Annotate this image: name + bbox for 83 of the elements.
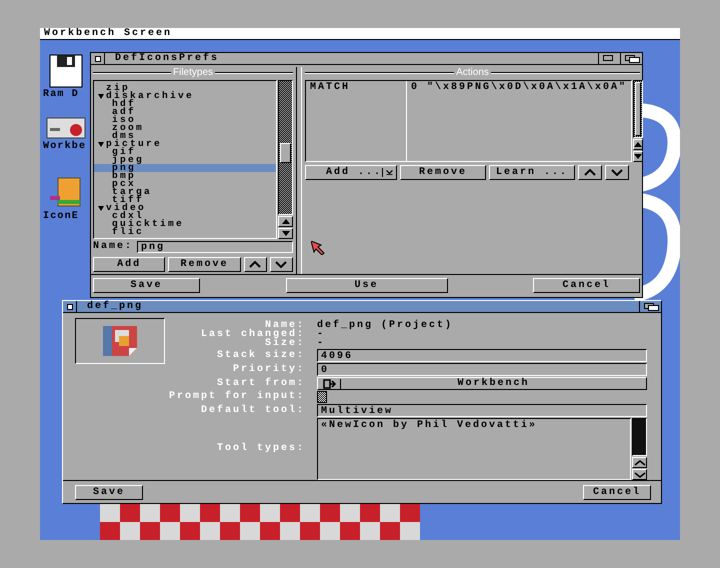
depth-icon[interactable] bbox=[620, 53, 642, 64]
group-heading: Filetypes bbox=[173, 67, 214, 79]
field-label: Tool types: bbox=[216, 444, 305, 454]
info-value: def_png (Project) bbox=[317, 322, 454, 330]
scrollbar-track[interactable] bbox=[278, 80, 293, 215]
scrollbar-thumb[interactable] bbox=[280, 143, 291, 163]
group-heading: Actions bbox=[456, 67, 489, 79]
filetype-item[interactable]: pcx bbox=[94, 180, 276, 188]
filetype-item[interactable]: cdxl bbox=[94, 212, 276, 220]
scroll-down-icon[interactable] bbox=[632, 469, 647, 480]
scroll-up-icon[interactable] bbox=[278, 216, 293, 227]
remove-button[interactable]: Remove bbox=[168, 257, 241, 272]
chevron-down-icon bbox=[611, 169, 623, 176]
cycle-button[interactable]: Workbench bbox=[317, 377, 647, 390]
scroll-up-icon[interactable] bbox=[632, 457, 647, 468]
scroll-down-icon[interactable] bbox=[633, 151, 644, 162]
filetype-item[interactable]: iso bbox=[94, 116, 276, 124]
move-up-button[interactable] bbox=[244, 257, 267, 272]
desktop-icon-label[interactable]: Ram D bbox=[43, 90, 80, 100]
field-label: Default tool: bbox=[200, 406, 305, 416]
learn-button[interactable]: Learn ... bbox=[489, 165, 575, 180]
field-label: Priority: bbox=[232, 364, 305, 374]
scrollbar-track[interactable] bbox=[632, 418, 647, 456]
filetype-item[interactable]: jpeg bbox=[94, 156, 276, 164]
filetype-item[interactable]: flic bbox=[94, 228, 276, 236]
filetype-item[interactable]: png bbox=[94, 164, 276, 172]
filetype-item[interactable]: quicktime bbox=[94, 220, 276, 228]
dialog-button[interactable]: Cancel bbox=[583, 485, 651, 500]
scroll-down-icon[interactable] bbox=[278, 228, 293, 239]
window-title: def_png bbox=[86, 301, 144, 312]
expand-triangle-icon[interactable] bbox=[98, 206, 104, 210]
add-button[interactable]: Add bbox=[93, 257, 166, 272]
filetype-item[interactable]: adf bbox=[94, 108, 276, 116]
field-label: Last changed: bbox=[200, 331, 305, 339]
field-label: Start from: bbox=[216, 378, 305, 388]
name-label: Name: bbox=[93, 242, 134, 252]
input-field[interactable]: 0 bbox=[317, 363, 647, 376]
field-label: Stack size: bbox=[216, 350, 305, 360]
filetype-item[interactable]: tiff bbox=[94, 196, 276, 204]
field-label: Prompt for input: bbox=[168, 392, 305, 402]
filetype-item[interactable]: hdf bbox=[94, 100, 276, 108]
filetype-item[interactable]: video bbox=[94, 204, 276, 212]
filetype-item[interactable]: dms bbox=[94, 132, 276, 140]
info-value: - bbox=[317, 340, 326, 348]
dialog-button[interactable]: Use bbox=[286, 278, 448, 293]
chevron-down-icon bbox=[275, 261, 288, 268]
chevron-up-icon bbox=[249, 261, 262, 268]
dropdown-icon bbox=[382, 168, 393, 177]
move-down-button[interactable] bbox=[605, 165, 629, 180]
screen-title-bar: Workbench Screen bbox=[40, 28, 680, 40]
add-menu-button[interactable]: Add ... bbox=[305, 165, 397, 180]
move-up-button[interactable] bbox=[578, 165, 602, 180]
chevron-up-icon bbox=[584, 169, 596, 176]
info-value: - bbox=[317, 331, 326, 339]
remove-button[interactable]: Remove bbox=[400, 165, 486, 180]
filetype-item[interactable]: targa bbox=[94, 188, 276, 196]
mouse-pointer-icon bbox=[311, 241, 325, 255]
filetype-item[interactable]: picture bbox=[94, 140, 276, 148]
filetype-item[interactable]: zip bbox=[94, 84, 276, 92]
depth-icon[interactable] bbox=[639, 301, 661, 312]
input-field[interactable]: 4096 bbox=[317, 349, 647, 362]
dialog-button[interactable]: Cancel bbox=[533, 278, 640, 293]
tool-type-item[interactable]: «NewIcon by Phil Vedovatti» bbox=[321, 421, 627, 431]
field-label: Name: bbox=[264, 322, 305, 330]
filetype-item[interactable]: zoom bbox=[94, 124, 276, 132]
scroll-up-icon[interactable] bbox=[633, 139, 644, 150]
move-down-button[interactable] bbox=[270, 257, 293, 272]
name-field[interactable]: png bbox=[137, 241, 293, 253]
filetype-item[interactable]: gif bbox=[94, 148, 276, 156]
desktop-icon-label[interactable]: IconE bbox=[43, 212, 80, 222]
dialog-button[interactable]: Save bbox=[93, 278, 200, 293]
desktop-icon-label[interactable]: Workbe bbox=[43, 142, 86, 152]
window-title: DefIconsPrefs bbox=[114, 53, 220, 64]
action-argument: 0 "\x89PNG\x0D\x0A\x1A\x0A" bbox=[410, 81, 628, 95]
expand-triangle-icon[interactable] bbox=[98, 142, 104, 146]
action-command: MATCH bbox=[306, 81, 407, 161]
input-field[interactable]: Multiview bbox=[317, 404, 647, 417]
expand-triangle-icon[interactable] bbox=[98, 94, 104, 98]
field-label: Size: bbox=[264, 340, 305, 348]
picture-document-icon bbox=[103, 326, 137, 356]
filetype-item[interactable]: bmp bbox=[94, 172, 276, 180]
filetype-item[interactable]: diskarchive bbox=[94, 92, 276, 100]
dialog-button[interactable]: Save bbox=[75, 485, 143, 500]
